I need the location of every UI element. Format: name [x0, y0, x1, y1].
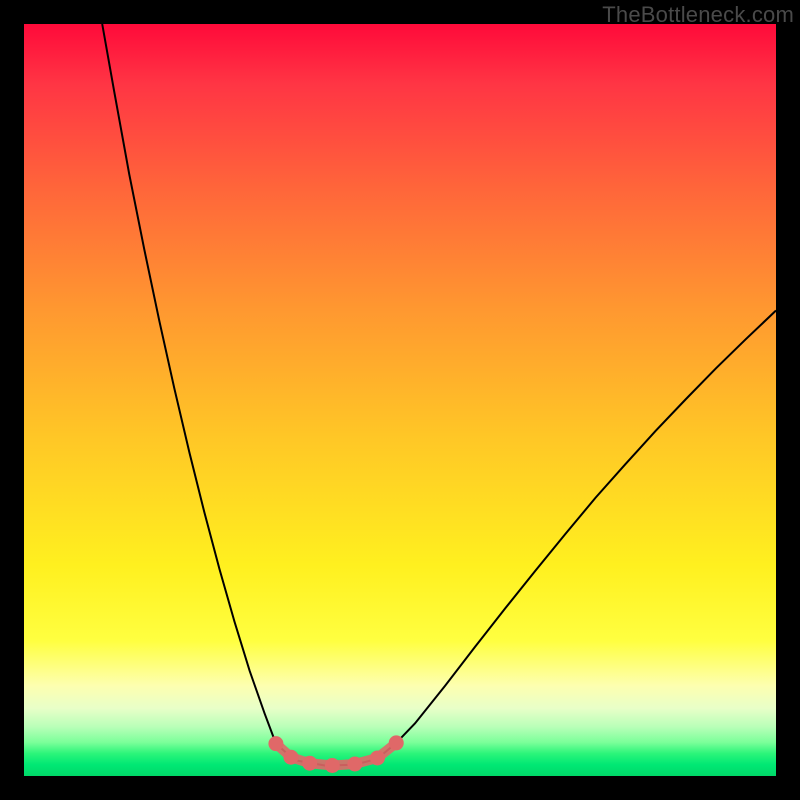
curve-path — [102, 24, 776, 765]
min-marker — [325, 758, 340, 773]
watermark-text: TheBottleneck.com — [602, 2, 794, 28]
min-marker — [389, 735, 404, 750]
min-marker — [283, 750, 298, 765]
chart-frame: TheBottleneck.com — [0, 0, 800, 800]
min-marker — [370, 750, 385, 765]
plot-area — [24, 24, 776, 776]
bottleneck-curve — [24, 24, 776, 776]
min-marker — [268, 736, 283, 751]
min-marker — [347, 756, 362, 771]
min-marker — [302, 756, 317, 771]
